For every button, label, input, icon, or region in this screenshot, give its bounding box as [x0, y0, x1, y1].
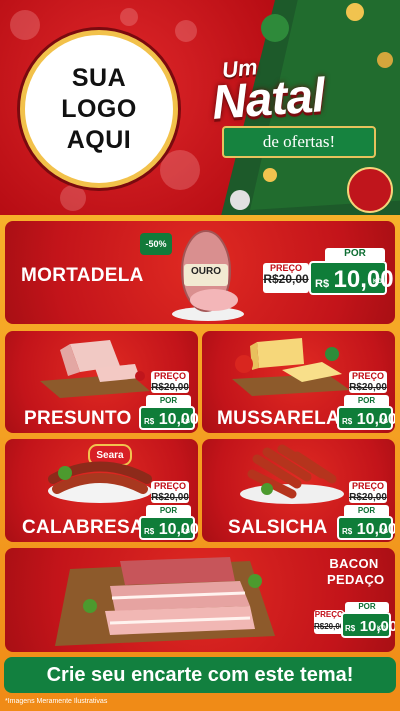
price-before-label: PREÇO [314, 610, 344, 619]
product-name: MORTADELA [21, 265, 144, 286]
unit-label: KG [377, 626, 386, 632]
store-logo-placeholder: SUA LOGO AQUI [20, 30, 178, 188]
currency-label: R$ [144, 527, 155, 536]
por-label: POR [146, 395, 191, 406]
por-label: POR [146, 505, 191, 516]
promo-price-box: R$ 10,00 KG [139, 406, 198, 430]
price-before-tag: PREÇO R$20,00 [314, 610, 344, 634]
promo-price: 10,00 [356, 411, 395, 428]
product-card-mussarela[interactable]: MUSSARELA PREÇO R$20,00 POR R$ 10,00 KG [202, 331, 395, 433]
title-subtitle: de ofertas! [262, 132, 336, 151]
promo-price-box: R$ 10,00 KG [139, 516, 198, 540]
promo-price: 10,00 [356, 521, 395, 538]
unit-label: KG [379, 419, 388, 425]
product-name: CALABRESA [22, 517, 144, 538]
product-card-mortadela[interactable]: MORTADELA -50% OURO PREÇO R$20,00 POR R$… [5, 221, 395, 324]
presunto-image [40, 340, 150, 398]
title-natal: Natal [210, 69, 327, 130]
promo-price: 10,00 [158, 411, 198, 428]
currency-label: R$ [144, 417, 155, 426]
promo-price: 10,00 [333, 266, 394, 293]
product-card-salsicha[interactable]: SALSICHA PREÇO R$20,00 POR R$ 10,00 KG [202, 439, 395, 542]
salsicha-image [240, 444, 344, 504]
product-name-line2: PEDAÇO [327, 572, 385, 587]
product-card-bacon[interactable]: BACON PEDAÇO PREÇO R$20,00 POR R$ 10,00 … [5, 548, 395, 652]
price-before-label: PREÇO [153, 481, 186, 491]
promo-price-box: R$ 10,00 KG [337, 406, 395, 430]
price-before-tag: PREÇO R$20,00 [151, 481, 189, 503]
por-label: POR [344, 395, 389, 406]
product-name: MUSSARELA [217, 408, 341, 429]
unit-label: KG [373, 279, 382, 285]
product-name-line1: BACON [329, 556, 379, 571]
title-subtitle-ribbon: de ofertas! [222, 126, 376, 158]
currency-label: R$ [342, 527, 353, 536]
create-flyer-button[interactable]: Crie seu encarte com este tema! [4, 657, 396, 693]
product-name: PRESUNTO [24, 408, 132, 429]
por-label: POR [325, 248, 385, 261]
price-before-label: PREÇO [351, 371, 384, 381]
unit-label: KG [181, 529, 190, 535]
old-price: R$20,00 [349, 382, 387, 393]
bacon-image [55, 557, 275, 646]
price-before-tag: PREÇO R$20,00 [151, 371, 189, 393]
brand-label: OURO [191, 266, 221, 277]
header-banner: SUA LOGO AQUI Um Natal de ofertas! [0, 0, 400, 215]
product-card-calabresa[interactable]: Seara CALABRESA PREÇO R$20,00 POR R$ 10,… [5, 439, 198, 542]
price-before-tag: PREÇO R$20,00 [349, 481, 387, 503]
price-before-tag: PREÇO R$20,00 [349, 371, 387, 393]
product-name: SALSICHA [228, 517, 328, 538]
logo-text-line3: AQUI [66, 125, 132, 154]
product-card-presunto[interactable]: PRESUNTO PREÇO R$20,00 POR R$ 10,00 KG [5, 331, 198, 433]
mussarela-image [232, 338, 350, 396]
old-price: R$20,00 [263, 272, 309, 286]
logo-text-line2: LOGO [61, 94, 137, 123]
promo-price-box: R$ 10,00 KG [341, 612, 395, 638]
price-before-tag: PREÇO R$20,00 [263, 263, 309, 293]
por-label: POR [345, 602, 389, 612]
price-before-label: PREÇO [351, 481, 384, 491]
por-label: POR [344, 505, 389, 516]
disclaimer-text: *Imagens Meramente Ilustrativas [5, 698, 108, 705]
price-before-label: PREÇO [153, 371, 186, 381]
product-name: BACON PEDAÇO [327, 556, 385, 588]
currency-label: R$ [315, 278, 330, 290]
old-price: R$20,00 [349, 492, 387, 503]
unit-label: KG [379, 529, 388, 535]
old-price: R$20,00 [151, 492, 189, 503]
promo-price-box: R$ 10,00 KG [337, 516, 395, 540]
old-price: R$20,00 [314, 622, 345, 631]
currency-label: R$ [345, 624, 356, 633]
currency-label: R$ [342, 417, 353, 426]
promo-price-box: R$ 10,00 KG [309, 261, 394, 295]
calabresa-image [48, 461, 152, 503]
old-price: R$20,00 [151, 382, 189, 393]
promo-price: 10,00 [158, 521, 198, 538]
unit-label: KG [181, 419, 190, 425]
logo-text-line1: SUA [71, 63, 127, 92]
